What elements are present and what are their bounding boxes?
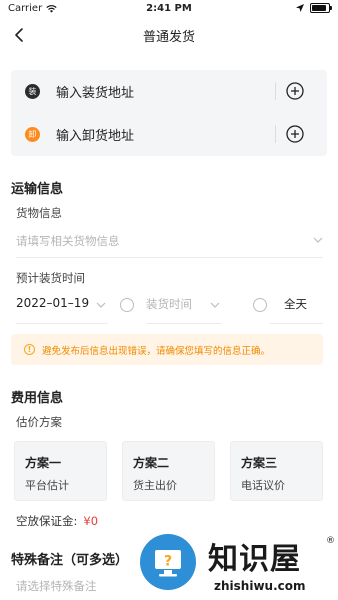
load-address-row[interactable]: 装 输入装货地址 [11, 70, 327, 113]
add-unload-address-icon[interactable] [286, 125, 304, 143]
warning-notice: ! 避免发布后信息出现错误，请确保您填写的信息正确。 [11, 334, 323, 365]
plan-option-1[interactable]: 方案一 平台估计 [14, 441, 107, 501]
plan-name: 方案三 [241, 456, 278, 470]
cargo-info-label: 货物信息 [16, 206, 62, 220]
notice-text: 避免发布后信息出现错误，请确保您填写的信息正确。 [42, 346, 271, 357]
monitor-question-icon: ? [155, 550, 181, 577]
pricing-plan-label: 估价方案 [16, 415, 62, 429]
unload-address-row[interactable]: 卸 输入卸货地址 [11, 113, 327, 156]
logo-glyph: ? [164, 554, 172, 570]
allday-radio[interactable] [253, 298, 267, 312]
plan-option-2[interactable]: 方案二 货主出价 [122, 441, 215, 501]
watermark: ? 知识屋 ® zhishiwu.com [140, 528, 338, 600]
watermark-en-text: zhishiwu.com [214, 579, 306, 593]
deposit-row: 空放保证金: ¥0 [16, 513, 98, 529]
load-badge-icon: 装 [25, 84, 40, 99]
time-radio[interactable] [120, 298, 134, 312]
cargo-underline [16, 257, 323, 258]
plan-option-3[interactable]: 方案三 电话议价 [230, 441, 323, 501]
battery-icon [310, 3, 332, 13]
load-address-label: 输入装货地址 [56, 86, 135, 101]
status-time: 2:41 PM [146, 3, 192, 14]
remarks-input[interactable]: 请选择特殊备注 [16, 578, 97, 594]
status-right [296, 3, 332, 13]
time-chevron-down-icon[interactable] [210, 302, 220, 308]
watermark-registered-mark: ® [326, 536, 335, 546]
unload-address-label: 输入卸货地址 [56, 129, 135, 144]
unload-badge-icon: 卸 [25, 127, 40, 142]
allday-label: 全天 [284, 297, 307, 311]
fee-section-title: 费用信息 [11, 391, 64, 406]
time-underline [146, 323, 222, 324]
divider [275, 125, 276, 143]
watermark-cn-text: 知识屋 [208, 542, 301, 577]
transport-section-title: 运输信息 [11, 182, 64, 197]
add-load-address-icon[interactable] [286, 82, 304, 100]
loading-time-input[interactable]: 装货时间 [146, 296, 192, 312]
deposit-label: 空放保证金: [16, 514, 78, 528]
plan-name: 方案一 [25, 456, 62, 470]
plan-name: 方案二 [133, 456, 170, 470]
chevron-down-icon[interactable] [313, 237, 323, 243]
watermark-logo-icon: ? [140, 534, 196, 590]
date-chevron-down-icon[interactable] [96, 302, 106, 308]
deposit-amount: ¥0 [83, 514, 99, 528]
page-title: 普通发货 [142, 30, 195, 45]
plan-desc: 货主出价 [133, 479, 177, 492]
date-underline [16, 323, 108, 324]
loading-date-value[interactable]: 2022–01–19 [16, 296, 89, 310]
info-icon: ! [24, 344, 35, 355]
plan-desc: 平台估计 [25, 479, 69, 492]
allday-underline [270, 323, 323, 324]
plan-desc: 电话议价 [241, 479, 285, 492]
cargo-info-input[interactable]: 请填写相关货物信息 [16, 233, 120, 249]
nav-bar: 普通发货 [0, 18, 338, 52]
loading-time-label: 预计装货时间 [16, 271, 85, 285]
divider [275, 82, 276, 100]
remarks-section-title: 特殊备注（可多选） [11, 553, 129, 568]
address-card: 装 输入装货地址 卸 输入卸货地址 [11, 70, 327, 156]
status-bar: Carrier 2:41 PM [0, 0, 338, 18]
location-arrow-icon [296, 4, 304, 12]
